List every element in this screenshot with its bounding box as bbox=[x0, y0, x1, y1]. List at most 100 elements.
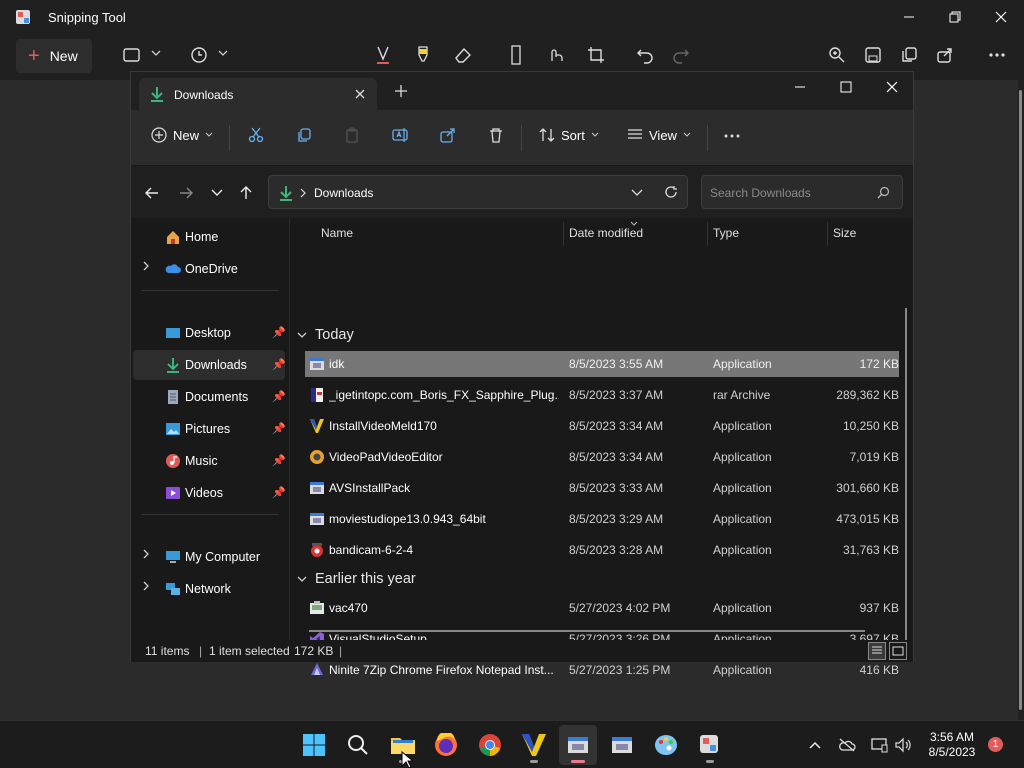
touch-writing-icon[interactable] bbox=[545, 44, 567, 66]
sidebar-item-pictures[interactable]: Pictures 📌 bbox=[133, 414, 286, 444]
paste-button[interactable] bbox=[344, 127, 360, 143]
taskbar-snip-tool[interactable] bbox=[691, 725, 729, 765]
sidebar-item-music[interactable]: Music 📌 bbox=[133, 446, 286, 476]
column-header-date[interactable]: Date modified bbox=[569, 226, 643, 240]
chevron-right-icon[interactable] bbox=[143, 549, 151, 559]
delete-button[interactable] bbox=[488, 127, 504, 143]
see-more-button[interactable] bbox=[723, 133, 741, 139]
add-tab-icon[interactable] bbox=[395, 85, 407, 97]
chevron-right-icon[interactable] bbox=[300, 188, 306, 198]
cut-button[interactable] bbox=[248, 127, 264, 143]
network-status-icon[interactable] bbox=[870, 736, 888, 754]
crop-icon[interactable] bbox=[585, 44, 607, 66]
up-arrow-icon[interactable] bbox=[237, 184, 255, 202]
sidebar-item-home[interactable]: Home bbox=[133, 222, 285, 252]
group-header-earlier[interactable]: Earlier this year bbox=[297, 571, 416, 587]
start-button[interactable] bbox=[295, 725, 333, 765]
table-row[interactable]: vac470 5/27/2023 4:02 PM Application 937… bbox=[305, 595, 899, 621]
forward-arrow-icon[interactable] bbox=[177, 184, 195, 202]
sidebar-item-onedrive[interactable]: OneDrive bbox=[133, 254, 285, 284]
undo-icon[interactable] bbox=[634, 44, 656, 66]
table-row[interactable]: _igetintopc.com_Boris_FX_Sapphire_Plug..… bbox=[305, 382, 899, 408]
chevron-right-icon[interactable] bbox=[143, 261, 151, 271]
ruler-icon[interactable] bbox=[505, 44, 527, 66]
back-arrow-icon[interactable] bbox=[143, 184, 161, 202]
details-view-icon[interactable] bbox=[868, 642, 886, 660]
pin-icon: 📌 bbox=[272, 391, 286, 403]
explorer-maximize-button[interactable] bbox=[823, 69, 869, 105]
eraser-icon[interactable] bbox=[452, 44, 474, 66]
more-options-icon[interactable] bbox=[986, 44, 1008, 66]
installer-icon bbox=[568, 737, 588, 753]
address-dropdown-icon[interactable] bbox=[631, 189, 643, 197]
ballpoint-pen-icon[interactable] bbox=[372, 44, 394, 66]
cloud-sync-icon[interactable] bbox=[838, 736, 856, 754]
minimize-button[interactable] bbox=[886, 0, 932, 34]
taskbar-paint[interactable] bbox=[647, 725, 685, 765]
copy-icon[interactable] bbox=[898, 44, 920, 66]
new-item-button[interactable]: New bbox=[151, 127, 213, 143]
chevron-down-icon[interactable] bbox=[151, 49, 161, 57]
column-header-type[interactable]: Type bbox=[713, 226, 739, 240]
taskbar-firefox[interactable] bbox=[427, 725, 465, 765]
taskbar-snipping-tool[interactable] bbox=[559, 725, 597, 765]
share-icon[interactable] bbox=[934, 44, 956, 66]
save-icon[interactable] bbox=[862, 44, 884, 66]
table-row[interactable]: VideoPadVideoEditor 8/5/2023 3:34 AM App… bbox=[305, 444, 899, 470]
view-list-icon bbox=[628, 129, 642, 139]
taskbar-videomeld[interactable] bbox=[515, 725, 553, 765]
table-row[interactable]: bandicam-6-2-4 8/5/2023 3:28 AM Applicat… bbox=[305, 537, 899, 563]
sidebar-item-network[interactable]: Network bbox=[133, 574, 285, 604]
sort-button[interactable]: Sort bbox=[539, 127, 599, 143]
sidebar-item-downloads[interactable]: Downloads 📌 bbox=[133, 350, 286, 380]
show-hidden-icons-icon[interactable] bbox=[806, 736, 824, 754]
snip-mode-icon[interactable] bbox=[121, 44, 143, 66]
explorer-close-button[interactable] bbox=[869, 69, 915, 105]
search-box[interactable]: Search Downloads bbox=[701, 175, 903, 209]
paint-palette-icon bbox=[655, 735, 677, 755]
horizontal-scrollbar[interactable] bbox=[309, 630, 865, 632]
sidebar-item-documents[interactable]: Documents 📌 bbox=[133, 382, 286, 412]
system-clock[interactable]: 3:56 AM 8/5/2023 bbox=[924, 730, 980, 760]
navigation-pane: Home OneDrive Desktop 📌 Downloads 📌 Docu… bbox=[131, 218, 289, 640]
close-tab-icon[interactable] bbox=[351, 85, 369, 103]
large-icons-view-icon[interactable] bbox=[889, 642, 907, 660]
explorer-minimize-button[interactable] bbox=[777, 69, 823, 105]
taskbar-search-button[interactable] bbox=[339, 725, 377, 765]
table-row[interactable]: AVSInstallPack 8/5/2023 3:33 AM Applicat… bbox=[305, 475, 899, 501]
taskbar-installer[interactable] bbox=[603, 725, 641, 765]
table-row[interactable]: InstallVideoMeld170 8/5/2023 3:34 AM App… bbox=[305, 413, 899, 439]
notification-badge[interactable]: 1 bbox=[988, 737, 1003, 752]
zoom-in-icon[interactable] bbox=[826, 44, 848, 66]
tab-downloads[interactable]: Downloads bbox=[139, 78, 377, 110]
volume-icon[interactable] bbox=[894, 736, 912, 754]
highlighter-icon[interactable] bbox=[412, 44, 434, 66]
address-bar[interactable]: Downloads bbox=[268, 175, 688, 209]
taskbar-chrome[interactable] bbox=[471, 725, 509, 765]
refresh-icon[interactable] bbox=[664, 185, 678, 199]
column-header-name[interactable]: Name bbox=[321, 226, 353, 240]
close-button[interactable] bbox=[978, 0, 1024, 34]
vertical-scrollbar[interactable] bbox=[905, 308, 907, 654]
snipping-tool-icon bbox=[700, 735, 718, 753]
sidebar-item-my-computer[interactable]: My Computer bbox=[133, 542, 285, 572]
delay-timer-icon[interactable] bbox=[188, 44, 210, 66]
table-row[interactable]: idk 8/5/2023 3:55 AM Application 172 KB bbox=[305, 351, 899, 377]
sidebar-item-desktop[interactable]: Desktop 📌 bbox=[133, 318, 286, 348]
chevron-down-icon[interactable] bbox=[218, 49, 228, 57]
rename-button[interactable] bbox=[392, 127, 410, 143]
share-button[interactable] bbox=[440, 127, 456, 143]
column-header-size[interactable]: Size bbox=[833, 226, 856, 240]
view-button[interactable]: View bbox=[627, 127, 691, 143]
sidebar-item-videos[interactable]: Videos 📌 bbox=[133, 478, 286, 508]
cloud-icon bbox=[165, 264, 181, 273]
table-row[interactable]: moviestudiope13.0.943_64bit 8/5/2023 3:2… bbox=[305, 506, 899, 532]
new-snip-button[interactable]: + New bbox=[16, 39, 92, 73]
canvas-scrollbar[interactable] bbox=[1018, 80, 1024, 720]
recent-locations-icon[interactable] bbox=[208, 184, 226, 202]
chevron-right-icon[interactable] bbox=[143, 581, 151, 591]
group-header-today[interactable]: Today bbox=[297, 327, 354, 343]
restore-button[interactable] bbox=[932, 0, 978, 34]
copy-button[interactable] bbox=[296, 127, 312, 143]
redo-icon[interactable] bbox=[670, 44, 692, 66]
